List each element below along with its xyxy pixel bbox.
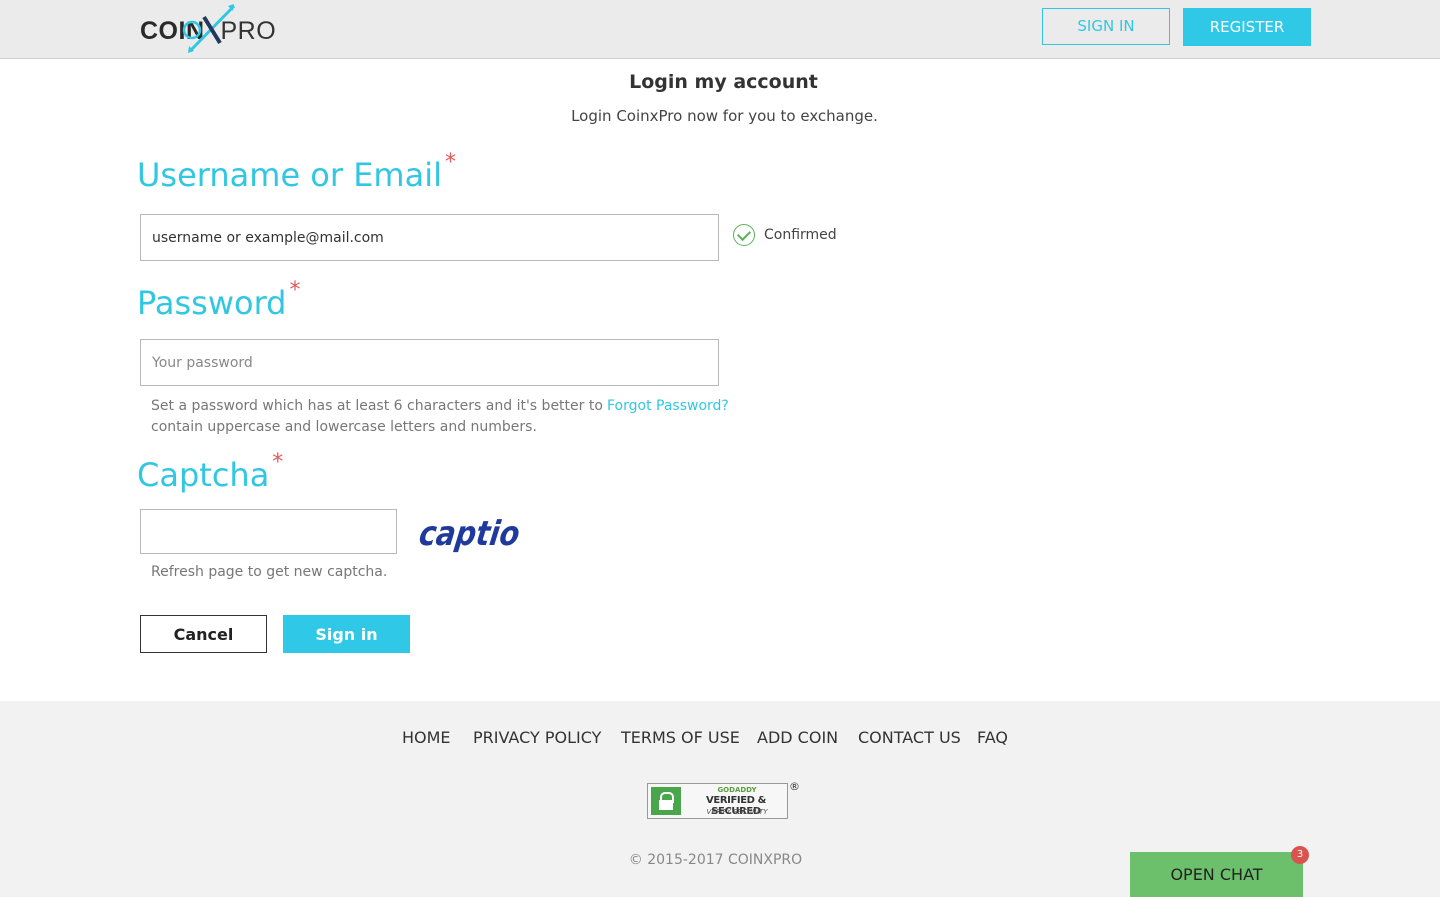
check-circle-icon [733, 224, 755, 246]
captcha-label: Captcha * [137, 450, 284, 494]
page-title: Login my account [629, 71, 818, 93]
open-chat-button[interactable]: OPEN CHAT [1130, 852, 1303, 897]
top-navbar: COIN PRO SIGN IN REGISTER [0, 0, 1440, 59]
cancel-button[interactable]: Cancel [140, 615, 267, 653]
captcha-image: captio [417, 514, 521, 554]
password-input[interactable] [140, 339, 719, 386]
header-sign-in-button[interactable]: SIGN IN [1042, 8, 1170, 45]
svg-text:captio: captio [417, 514, 521, 554]
captcha-input[interactable] [140, 509, 397, 554]
username-input[interactable] [140, 214, 719, 261]
logo-x-mark-icon [182, 4, 236, 53]
required-mark: * [289, 278, 301, 303]
footer-nav: HOME PRIVACY POLICY TERMS OF USE ADD COI… [0, 728, 1440, 750]
footer-link-contact-us[interactable]: CONTACT US [858, 728, 961, 747]
godaddy-security-seal[interactable]: GODADDY VERIFIED & SECURED VERIFY SECURI… [647, 783, 788, 819]
registered-mark: ® [789, 780, 800, 793]
footer-link-home[interactable]: HOME [402, 728, 451, 747]
footer-link-privacy-policy[interactable]: PRIVACY POLICY [473, 728, 601, 747]
footer-link-add-coin[interactable]: ADD COIN [757, 728, 838, 747]
chat-unread-badge: 3 [1291, 846, 1309, 864]
page-subtitle: Login CoinxPro now for you to exchange. [571, 107, 878, 125]
confirmed-text: Confirmed [764, 227, 837, 243]
username-label: Username or Email * [137, 150, 456, 194]
coinxpro-logo[interactable]: COIN PRO [140, 3, 280, 55]
forgot-password-link[interactable]: Forgot Password? [607, 398, 729, 414]
footer-link-terms-of-use[interactable]: TERMS OF USE [621, 728, 740, 747]
lock-icon [651, 787, 681, 815]
header-register-button[interactable]: REGISTER [1183, 8, 1311, 46]
captcha-hint: Refresh page to get new captcha. [151, 564, 388, 580]
password-hint: Set a password which has at least 6 char… [151, 398, 603, 435]
sign-in-button[interactable]: Sign in [283, 615, 410, 653]
password-label: Password * [137, 278, 301, 322]
required-mark: * [272, 450, 284, 475]
required-mark: * [444, 150, 456, 175]
footer-link-faq[interactable]: FAQ [977, 728, 1008, 747]
username-status: Confirmed [733, 223, 837, 247]
